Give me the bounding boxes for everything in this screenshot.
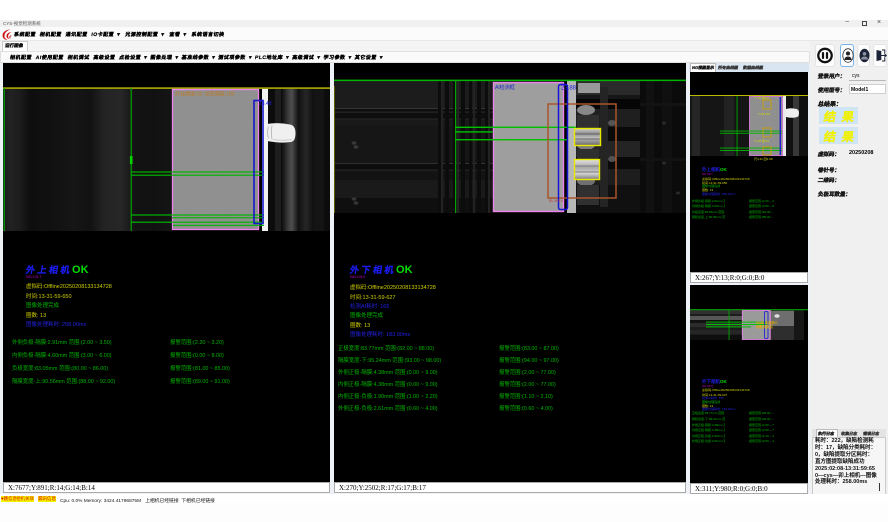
svg-text:RL.N:2.0: RL.N:2.0	[549, 199, 563, 203]
svg-text:尺4.41 回2.98: 尺4.41 回2.98	[754, 157, 773, 161]
svg-text:23.88: 23.88	[561, 86, 577, 92]
svg-text:*3.48 8.8: *3.48 8.8	[758, 112, 770, 116]
svg-text:*7.48 警9.8: *7.48 警9.8	[754, 95, 769, 100]
svg-text:灯丝阈值:93, 动态阈值:100: 灯丝阈值:93, 动态阈值:100	[175, 91, 235, 98]
svg-text:13.48: 13.48	[259, 101, 272, 107]
svg-text:标警讯测'后: 标警讯测'后	[755, 324, 774, 329]
svg-text:*2.48 警8.8: *2.48 警8.8	[754, 138, 769, 143]
svg-text:AI检测框: AI检测框	[495, 84, 515, 91]
